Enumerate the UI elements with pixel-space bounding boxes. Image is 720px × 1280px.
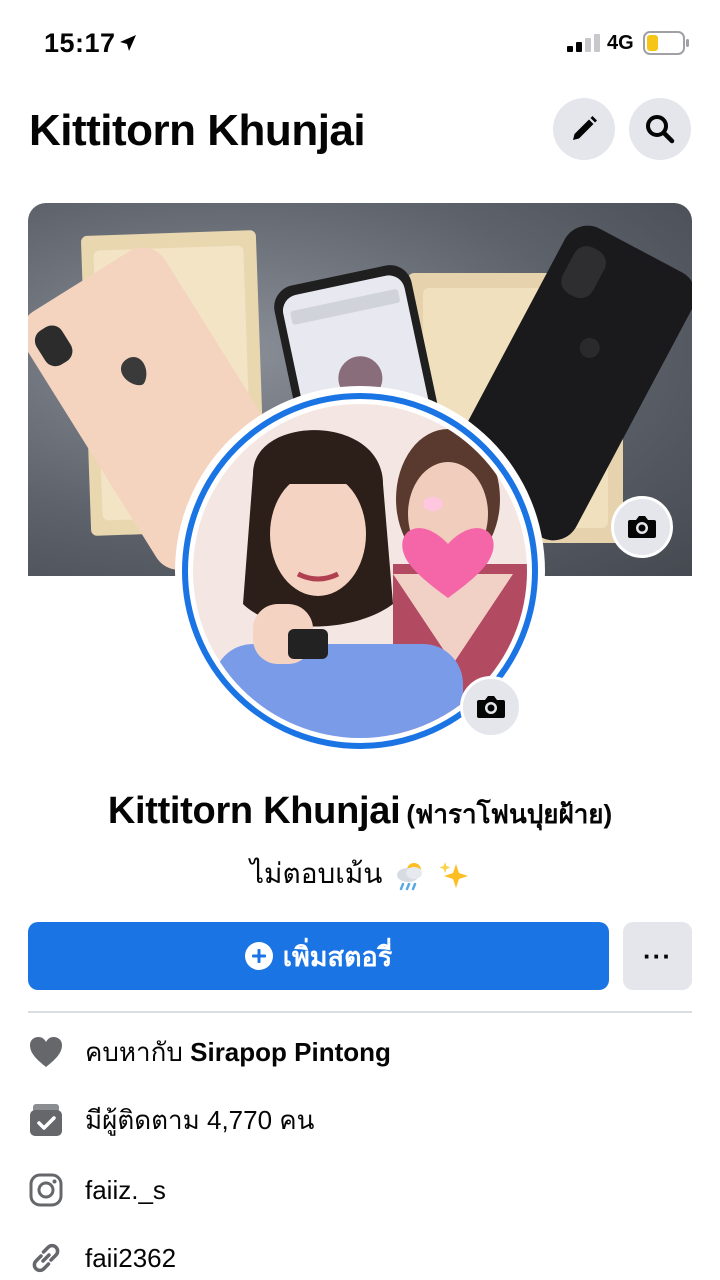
instagram-row: faiiz._s: [28, 1168, 692, 1212]
add-story-button[interactable]: เพิ่มสตอรี่: [28, 922, 609, 990]
link-row: faii2362: [28, 1236, 692, 1280]
edit-profile-button[interactable]: [553, 98, 615, 160]
more-options-button[interactable]: ···: [623, 922, 692, 990]
followers-row: มีผู้ติดตาม 4,770 คน: [28, 1098, 692, 1142]
followers-icon: [28, 1102, 64, 1138]
sparkles-icon: [439, 861, 469, 888]
search-icon: [646, 115, 675, 144]
bio-text: ไม่ตอบเม้น: [249, 858, 383, 889]
link-text[interactable]: faii2362: [85, 1243, 176, 1274]
plus-circle-icon: [244, 942, 273, 970]
relationship-partner-link[interactable]: Sirapop Pintong: [190, 1037, 391, 1067]
profile-name-main: Kittitorn Khunjai: [107, 790, 401, 832]
battery-icon: [643, 31, 689, 55]
camera-icon: [477, 696, 505, 718]
signal-icon: [567, 34, 600, 52]
page-title: Kittitorn Khunjai: [29, 106, 366, 155]
status-time: 15:17: [44, 28, 116, 58]
edit-profile-picture-button[interactable]: [460, 676, 522, 738]
status-bar: 15:17 4G: [0, 0, 720, 88]
followers-text[interactable]: มีผู้ติดตาม 4,770 คน: [85, 1100, 314, 1141]
divider: [28, 1011, 692, 1013]
cloud-rain-icon: [397, 862, 423, 890]
relationship-row: คบหากับ Sirapop Pintong: [28, 1030, 692, 1074]
more-options-label: ···: [643, 940, 672, 971]
profile-name: Kittitorn Khunjai (ฟาราโฟนปุยฝ้าย): [0, 790, 720, 835]
instagram-handle[interactable]: faiiz._s: [85, 1175, 166, 1206]
profile-bio: ไม่ตอบเม้น: [0, 852, 720, 896]
profile-alternate-name: (ฟาราโฟนปุยฝ้าย): [406, 799, 613, 829]
network-type: 4G: [607, 32, 634, 54]
location-arrow-icon: [120, 35, 136, 51]
add-story-label: เพิ่มสตอรี่: [282, 941, 393, 972]
edit-cover-photo-button[interactable]: [611, 496, 673, 558]
search-button[interactable]: [629, 98, 691, 160]
relationship-text: คบหากับ Sirapop Pintong: [85, 1036, 391, 1067]
instagram-icon: [28, 1172, 64, 1208]
link-icon: [28, 1240, 64, 1276]
camera-icon: [628, 516, 656, 538]
heart-icon: [28, 1034, 64, 1070]
pencil-icon: [573, 116, 597, 140]
profile-page: 15:17 4G Kittitorn Khunjai Kittitorn Khu…: [0, 0, 720, 1280]
